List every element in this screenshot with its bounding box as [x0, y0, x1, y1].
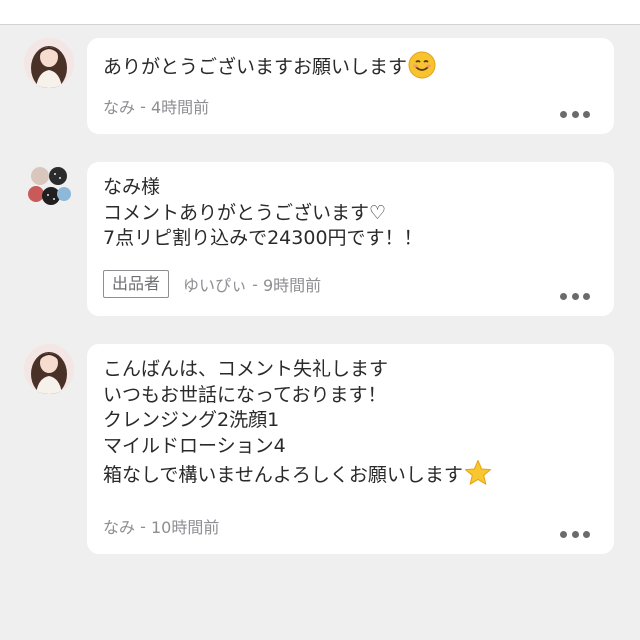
- comment-author[interactable]: なみ: [103, 94, 135, 118]
- comment-time: 4時間前: [150, 98, 210, 117]
- comment-text-line: 7点リピ割り込みで24300円です！！: [103, 227, 423, 249]
- comment-text-line: 箱なしで構いませんよろしくお願いします: [103, 459, 598, 489]
- smiling-face-icon: [408, 51, 436, 79]
- comment-text-line: マイルドローション4: [103, 434, 286, 457]
- comment-text-line: ありがとうございますお願いします: [103, 51, 598, 81]
- comment-time: 9時間前: [262, 276, 322, 295]
- comment-meta: なみ - 10時間前: [103, 514, 219, 538]
- comment-text-line: クレンジング2洗顔1: [103, 409, 280, 431]
- comment-time: 10時間前: [150, 518, 220, 537]
- top-bar: [0, 0, 640, 25]
- seller-badge: 出品者: [103, 270, 170, 298]
- comment-text-line: こんばんは、コメント失礼します: [103, 358, 389, 380]
- comment-author[interactable]: ゆいぴぃ: [183, 272, 247, 296]
- comment-bubble: ありがとうございますお願いします なみ - 4時間前: [87, 38, 614, 134]
- comment-author[interactable]: なみ: [103, 514, 135, 538]
- star-icon: [464, 460, 491, 485]
- more-options-icon[interactable]: [560, 110, 590, 118]
- comment-meta: なみ - 4時間前: [103, 94, 209, 118]
- comment-text-line: コメントありがとうございます♡: [103, 201, 387, 224]
- avatar[interactable]: [24, 344, 74, 394]
- meta-separator: -: [135, 96, 151, 116]
- more-options-icon[interactable]: [560, 530, 590, 538]
- avatar[interactable]: [24, 162, 74, 212]
- meta-separator: -: [247, 274, 263, 294]
- comment-bubble: こんばんは、コメント失礼します いつもお世話になっております！ クレンジング2洗…: [87, 344, 614, 554]
- more-options-icon[interactable]: [560, 292, 590, 300]
- comment-text-line: いつもお世話になっております！: [103, 383, 387, 406]
- meta-separator: -: [135, 516, 151, 536]
- comment-text-line: なみ様: [103, 176, 161, 198]
- comment-bubble: なみ様 コメントありがとうございます♡ 7点リピ割り込みで24300円です！！ …: [87, 162, 614, 316]
- comment-meta: 出品者 ゆいぴぃ - 9時間前: [103, 270, 321, 298]
- avatar[interactable]: [24, 38, 74, 88]
